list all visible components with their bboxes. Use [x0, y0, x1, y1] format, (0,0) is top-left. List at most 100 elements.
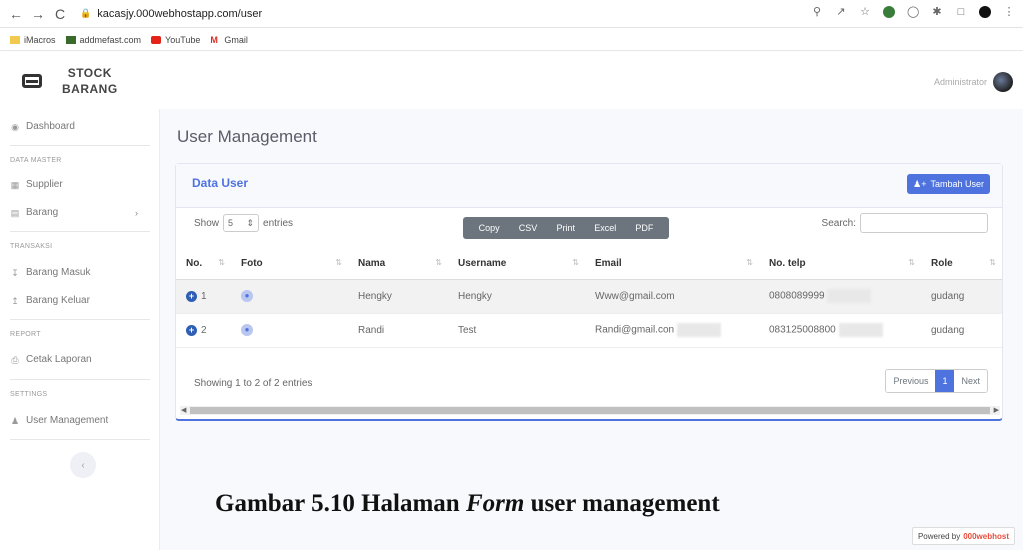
- horizontal-scrollbar[interactable]: ◀ ▶: [180, 406, 1000, 415]
- add-user-button[interactable]: ♟+ Tambah User: [907, 174, 990, 194]
- expand-row-icon[interactable]: +: [186, 290, 197, 302]
- cell-role: gudang: [921, 313, 1002, 348]
- user-photo-icon: ●: [241, 290, 253, 302]
- entries-select[interactable]: 5 ⇕: [223, 214, 260, 232]
- export-buttons: Copy CSV Print Excel PDF: [463, 217, 669, 239]
- brand[interactable]: STOCK BARANG: [0, 52, 160, 109]
- next-button[interactable]: Next: [954, 370, 987, 392]
- sidebar-item-user-management[interactable]: ♟ User Management: [10, 415, 108, 426]
- redacted-block: [838, 323, 883, 337]
- pdf-button[interactable]: PDF: [635, 223, 653, 233]
- barang-icon: ▤: [10, 207, 20, 218]
- column-header-role[interactable]: Role ⇅: [921, 249, 1002, 280]
- print-button[interactable]: Print: [557, 223, 576, 233]
- cell-no: +2: [176, 313, 231, 348]
- section-heading-report: REPORT: [10, 331, 41, 338]
- sort-icon: ⇅: [908, 258, 915, 267]
- table-header-row: No. ⇅ Foto ⇅ Nama ⇅ Username ⇅ Email ⇅ No. te…: [176, 249, 1002, 280]
- column-header-email[interactable]: Email ⇅: [585, 249, 759, 280]
- divider: [10, 439, 150, 440]
- sort-icon: ⇅: [989, 258, 996, 267]
- sort-icon: ⇅: [435, 258, 442, 267]
- column-header-telp[interactable]: No. telp ⇅: [759, 249, 921, 280]
- search-input[interactable]: [860, 213, 988, 233]
- bookmark-gmail[interactable]: M Gmail: [210, 35, 248, 45]
- bookmark-youtube[interactable]: YouTube: [151, 35, 200, 45]
- forward-button[interactable]: →: [28, 6, 48, 22]
- cell-email: Randi@gmail.con: [585, 313, 759, 348]
- brand-title: STOCK BARANG: [62, 65, 118, 96]
- sort-icon: ⇅: [746, 258, 753, 267]
- menu-icon[interactable]: ⋮: [1003, 6, 1015, 18]
- column-header-username[interactable]: Username ⇅: [448, 249, 585, 280]
- upload-icon: ↥: [11, 295, 19, 306]
- sidebar-item-cetak-laporan[interactable]: ⎙ Cetak Laporan: [10, 354, 91, 365]
- table-info: Showing 1 to 2 of 2 entries: [194, 378, 313, 389]
- column-header-foto[interactable]: Foto ⇅: [231, 249, 348, 280]
- app-header: STOCK BARANG Administrator: [0, 52, 1023, 109]
- cell-foto: ●: [231, 279, 348, 314]
- sidebar-item-supplier[interactable]: ▦ Supplier: [10, 179, 63, 190]
- sidebar-item-barang-masuk[interactable]: ↧ Barang Masuk: [10, 267, 90, 278]
- table-row: +1 ● Hengky Hengky Www@gmail.com 0808089…: [176, 279, 1002, 314]
- scrollbar-thumb[interactable]: [190, 407, 990, 414]
- gmail-icon: M: [210, 34, 218, 45]
- user-menu[interactable]: Administrator: [934, 72, 1013, 92]
- user-name: Administrator: [933, 77, 987, 87]
- puzzle-icon[interactable]: ✱: [931, 6, 943, 18]
- divider: [10, 319, 150, 320]
- reload-button[interactable]: C: [50, 6, 70, 22]
- sidebar-item-barang[interactable]: ▤ Barang ›: [10, 207, 150, 218]
- address-bar[interactable]: 🔒 kacasjy.000webhostapp.com/user: [80, 8, 262, 20]
- sidebar-item-barang-keluar[interactable]: ↥ Barang Keluar: [10, 295, 90, 306]
- entries-length: Show 5 ⇕ entries: [194, 214, 293, 232]
- previous-button[interactable]: Previous: [886, 370, 936, 392]
- shield-icon[interactable]: ◯: [907, 6, 919, 18]
- scroll-right-icon[interactable]: ▶: [994, 406, 999, 415]
- divider: [10, 145, 150, 146]
- section-heading-settings: SETTINGS: [10, 391, 48, 398]
- section-heading-transaksi: TRANSAKSI: [10, 243, 53, 250]
- back-button[interactable]: ←: [6, 6, 26, 22]
- cell-email: Www@gmail.com: [585, 279, 759, 314]
- user-photo-icon: ●: [241, 324, 253, 336]
- column-header-no[interactable]: No. ⇅: [176, 249, 231, 280]
- cell-username: Test: [448, 313, 585, 348]
- supplier-icon: ▦: [10, 179, 20, 190]
- page-button[interactable]: 1: [935, 370, 955, 392]
- bookmarks-bar: iMacros addmefast.com YouTube M Gmail: [0, 29, 1023, 51]
- bookmark-addmefast[interactable]: addmefast.com: [65, 35, 141, 45]
- cell-telp: 083125008800: [759, 313, 921, 348]
- table-search: Search:: [822, 213, 988, 233]
- bookmark-imacros[interactable]: iMacros: [10, 35, 56, 45]
- sidebar-item-dashboard[interactable]: ◉ Dashboard: [10, 121, 75, 132]
- copy-button[interactable]: Copy: [479, 223, 500, 233]
- browser-toolbar: ← → C 🔒 kacasjy.000webhostapp.com/user ⚲…: [0, 0, 1023, 28]
- csv-button[interactable]: CSV: [519, 223, 538, 233]
- sort-icon: ⇅: [335, 258, 342, 267]
- chevron-right-icon: ›: [135, 207, 138, 218]
- profile-icon[interactable]: [979, 6, 991, 18]
- star-icon[interactable]: ☆: [859, 6, 871, 18]
- powered-by-badge[interactable]: Powered by 000webhost: [911, 527, 1015, 545]
- divider: [10, 379, 150, 380]
- extension-icon[interactable]: [883, 6, 895, 18]
- sidebar-toggle-button[interactable]: ‹: [70, 452, 96, 478]
- sort-icon: ⇅: [572, 258, 579, 267]
- dashboard-icon: ◉: [11, 121, 19, 132]
- column-header-nama[interactable]: Nama ⇅: [348, 249, 448, 280]
- users-icon: ♟: [10, 415, 20, 426]
- download-icon: ↧: [11, 267, 19, 278]
- zoom-icon[interactable]: ⚲: [811, 6, 823, 18]
- print-icon: ⎙: [11, 354, 19, 365]
- excel-button[interactable]: Excel: [594, 223, 616, 233]
- chevron-left-icon: ‹: [81, 459, 85, 471]
- cell-nama: Randi: [348, 313, 448, 348]
- share-icon[interactable]: ↗: [835, 6, 847, 18]
- window-icon[interactable]: □: [955, 6, 967, 18]
- table-row: +2 ● Randi Test Randi@gmail.con 08312500…: [176, 313, 1002, 348]
- pagination: Previous 1 Next: [885, 369, 988, 393]
- expand-row-icon[interactable]: +: [186, 324, 197, 336]
- scroll-left-icon[interactable]: ◀: [181, 406, 186, 415]
- redacted-block: [676, 323, 721, 337]
